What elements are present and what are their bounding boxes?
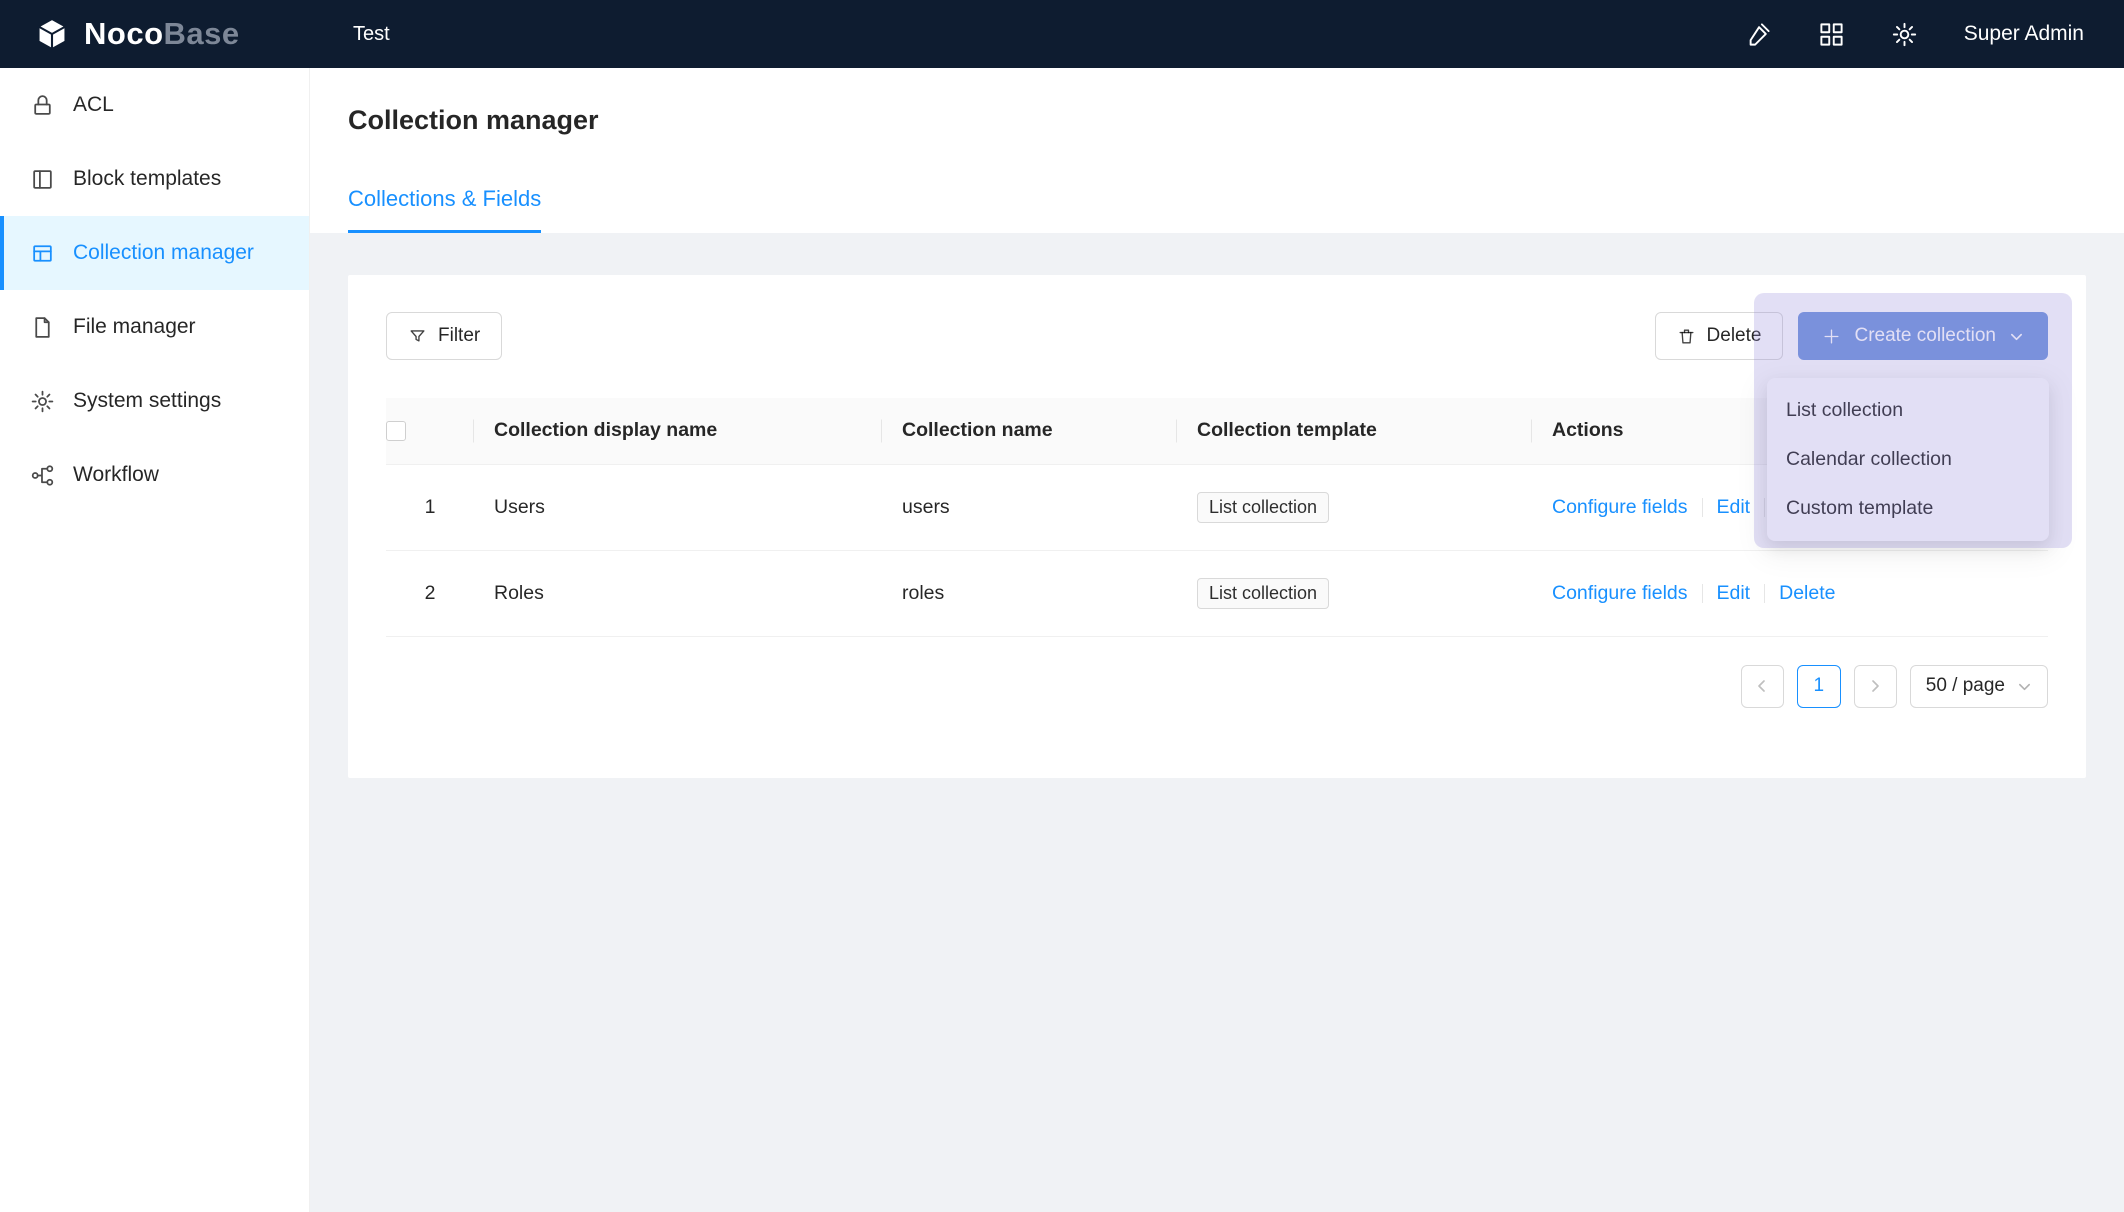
sidebar-item-block-templates[interactable]: Block templates	[0, 142, 309, 216]
dropdown-item-custom-template[interactable]: Custom template	[1767, 484, 2049, 533]
action-divider	[1702, 584, 1703, 603]
template-tag: List collection	[1197, 492, 1329, 523]
settings-sidebar: ACL Block templates Collection manager F…	[0, 68, 310, 1212]
table-icon	[30, 241, 55, 266]
trash-icon	[1677, 327, 1696, 346]
chevron-down-icon	[2017, 679, 2032, 694]
plus-icon	[1822, 327, 1841, 346]
top-menu-item-test[interactable]: Test	[343, 23, 400, 46]
row-index: 2	[386, 550, 474, 636]
dropdown-item-calendar-collection[interactable]: Calendar collection	[1767, 435, 2049, 484]
row-actions: Configure fields Edit Delete	[1532, 550, 2048, 636]
gear-icon	[30, 389, 55, 414]
action-divider	[1702, 498, 1703, 517]
sidebar-item-file-manager[interactable]: File manager	[0, 290, 309, 364]
file-icon	[30, 315, 55, 340]
col-template: Collection template	[1177, 398, 1532, 464]
dropdown-item-list-collection[interactable]: List collection	[1767, 386, 2049, 435]
sidebar-item-collection-manager[interactable]: Collection manager	[0, 216, 309, 290]
lock-icon	[30, 93, 55, 118]
configure-fields-link[interactable]: Configure fields	[1552, 582, 1688, 604]
configure-fields-link[interactable]: Configure fields	[1552, 496, 1688, 518]
page-title: Collection manager	[348, 100, 2086, 140]
page-size-value: 50 / page	[1926, 675, 2005, 697]
sidebar-item-label: Block templates	[73, 167, 221, 191]
brand-name-light: Base	[164, 16, 240, 51]
row-name: roles	[882, 550, 1177, 636]
sidebar-item-label: Workflow	[73, 463, 159, 487]
layout-icon	[30, 167, 55, 192]
col-name: Collection name	[882, 398, 1177, 464]
sidebar-item-label: Collection manager	[73, 241, 254, 265]
top-header: NocoBase Test Super Admin	[0, 0, 2124, 68]
chevron-left-icon	[1754, 678, 1770, 694]
next-page-button[interactable]	[1854, 665, 1897, 708]
brand[interactable]: NocoBase	[34, 16, 310, 52]
sidebar-item-acl[interactable]: ACL	[0, 68, 309, 142]
delete-button[interactable]: Delete	[1655, 312, 1784, 360]
delete-button-label: Delete	[1707, 325, 1762, 347]
col-display-name: Collection display name	[474, 398, 882, 464]
row-template: List collection	[1177, 550, 1532, 636]
toolbar-right: Delete Create collection	[1655, 312, 2048, 360]
chevron-right-icon	[1867, 678, 1883, 694]
select-all-header	[386, 398, 474, 464]
action-divider	[1764, 584, 1765, 603]
top-menu: Test	[343, 23, 400, 46]
action-divider	[1764, 498, 1765, 517]
tab-collections-fields[interactable]: Collections & Fields	[348, 186, 541, 233]
page-header: Collection manager Collections & Fields	[310, 68, 2124, 233]
cube-icon	[34, 16, 70, 52]
apps-icon[interactable]	[1818, 21, 1845, 48]
pagination: 1 50 / page	[386, 665, 2048, 708]
main-area: Collection manager Collections & Fields …	[310, 68, 2124, 1212]
current-page-button[interactable]: 1	[1797, 665, 1841, 708]
filter-icon	[408, 327, 427, 346]
brand-name: NocoBase	[84, 16, 240, 52]
create-collection-button[interactable]: Create collection	[1798, 312, 2048, 360]
row-display-name: Roles	[474, 550, 882, 636]
row-template: List collection	[1177, 464, 1532, 550]
page-size-select[interactable]: 50 / page	[1910, 665, 2048, 708]
user-menu[interactable]: Super Admin	[1964, 22, 2084, 46]
sidebar-item-label: File manager	[73, 315, 196, 339]
select-all-checkbox[interactable]	[386, 421, 406, 441]
workflow-icon	[30, 463, 55, 488]
template-tag: List collection	[1197, 578, 1329, 609]
row-index: 1	[386, 464, 474, 550]
edit-link[interactable]: Edit	[1717, 496, 1751, 518]
table-row: 2 Roles roles List collection Configure …	[386, 550, 2048, 636]
create-collection-label: Create collection	[1854, 325, 1996, 347]
tabs: Collections & Fields	[348, 186, 2086, 233]
prev-page-button[interactable]	[1741, 665, 1784, 708]
sidebar-item-system-settings[interactable]: System settings	[0, 364, 309, 438]
row-display-name: Users	[474, 464, 882, 550]
card-toolbar: Filter Delete	[386, 312, 2048, 360]
content-area: Filter Delete	[310, 233, 2124, 1212]
collections-card: Filter Delete	[348, 275, 2086, 778]
filter-button[interactable]: Filter	[386, 312, 502, 360]
row-name: users	[882, 464, 1177, 550]
filter-button-label: Filter	[438, 325, 480, 347]
gear-icon[interactable]	[1891, 21, 1918, 48]
delete-link[interactable]: Delete	[1779, 582, 1835, 604]
app-root: NocoBase Test Super Admin ACL	[0, 0, 2124, 1212]
chevron-down-icon	[2009, 329, 2024, 344]
edit-link[interactable]: Edit	[1717, 582, 1751, 604]
sidebar-item-label: ACL	[73, 93, 114, 117]
highlighter-icon[interactable]	[1745, 21, 1772, 48]
top-right-actions: Super Admin	[1745, 21, 2084, 48]
create-collection-dropdown: List collection Calendar collection Cust…	[1767, 378, 2049, 541]
sidebar-item-label: System settings	[73, 389, 221, 413]
sidebar-item-workflow[interactable]: Workflow	[0, 438, 309, 512]
brand-name-bold: Noco	[84, 16, 164, 51]
